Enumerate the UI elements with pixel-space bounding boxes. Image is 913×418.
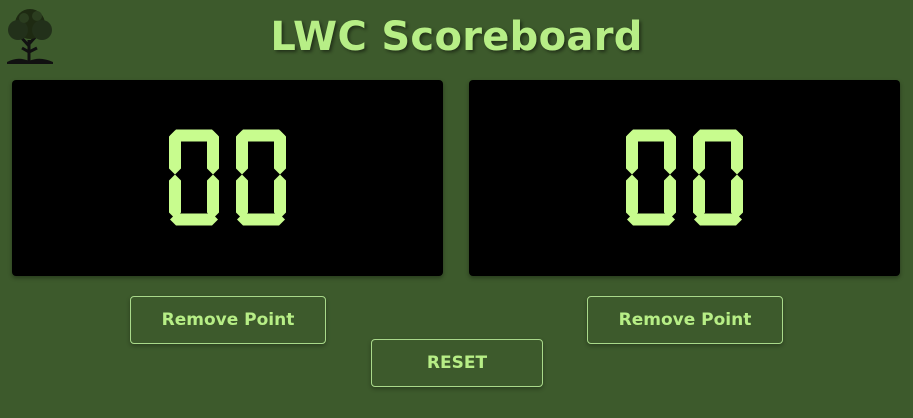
digit-segment-e: [692, 174, 705, 219]
score-display-right: [624, 128, 746, 229]
digit-segment-b: [206, 130, 219, 175]
digit-segment-c: [730, 174, 743, 219]
score-digit: [235, 129, 286, 226]
scoreboard-left: [12, 80, 443, 276]
digit-segment-b: [730, 130, 743, 175]
digit-segment-e: [168, 174, 181, 219]
digit-segment-f: [168, 130, 181, 175]
score-digit: [168, 129, 219, 226]
scoreboard-right: [469, 80, 900, 276]
digit-segment-e: [625, 174, 638, 219]
score-digit: [625, 129, 676, 226]
digit-segment-b: [273, 130, 286, 175]
digit-segment-f: [692, 130, 705, 175]
reset-button[interactable]: RESET: [371, 339, 543, 387]
digit-segment-b: [663, 130, 676, 175]
score-digit: [692, 129, 743, 226]
score-display-left: [167, 128, 289, 229]
remove-point-left-button[interactable]: Remove Point: [130, 296, 326, 344]
digit-segment-c: [206, 174, 219, 219]
remove-point-right-button[interactable]: Remove Point: [587, 296, 783, 344]
page-title: LWC Scoreboard: [270, 14, 643, 60]
digit-segment-f: [235, 130, 248, 175]
digit-segment-f: [625, 130, 638, 175]
digit-segment-e: [235, 174, 248, 219]
digit-segment-c: [663, 174, 676, 219]
digit-segment-c: [273, 174, 286, 219]
